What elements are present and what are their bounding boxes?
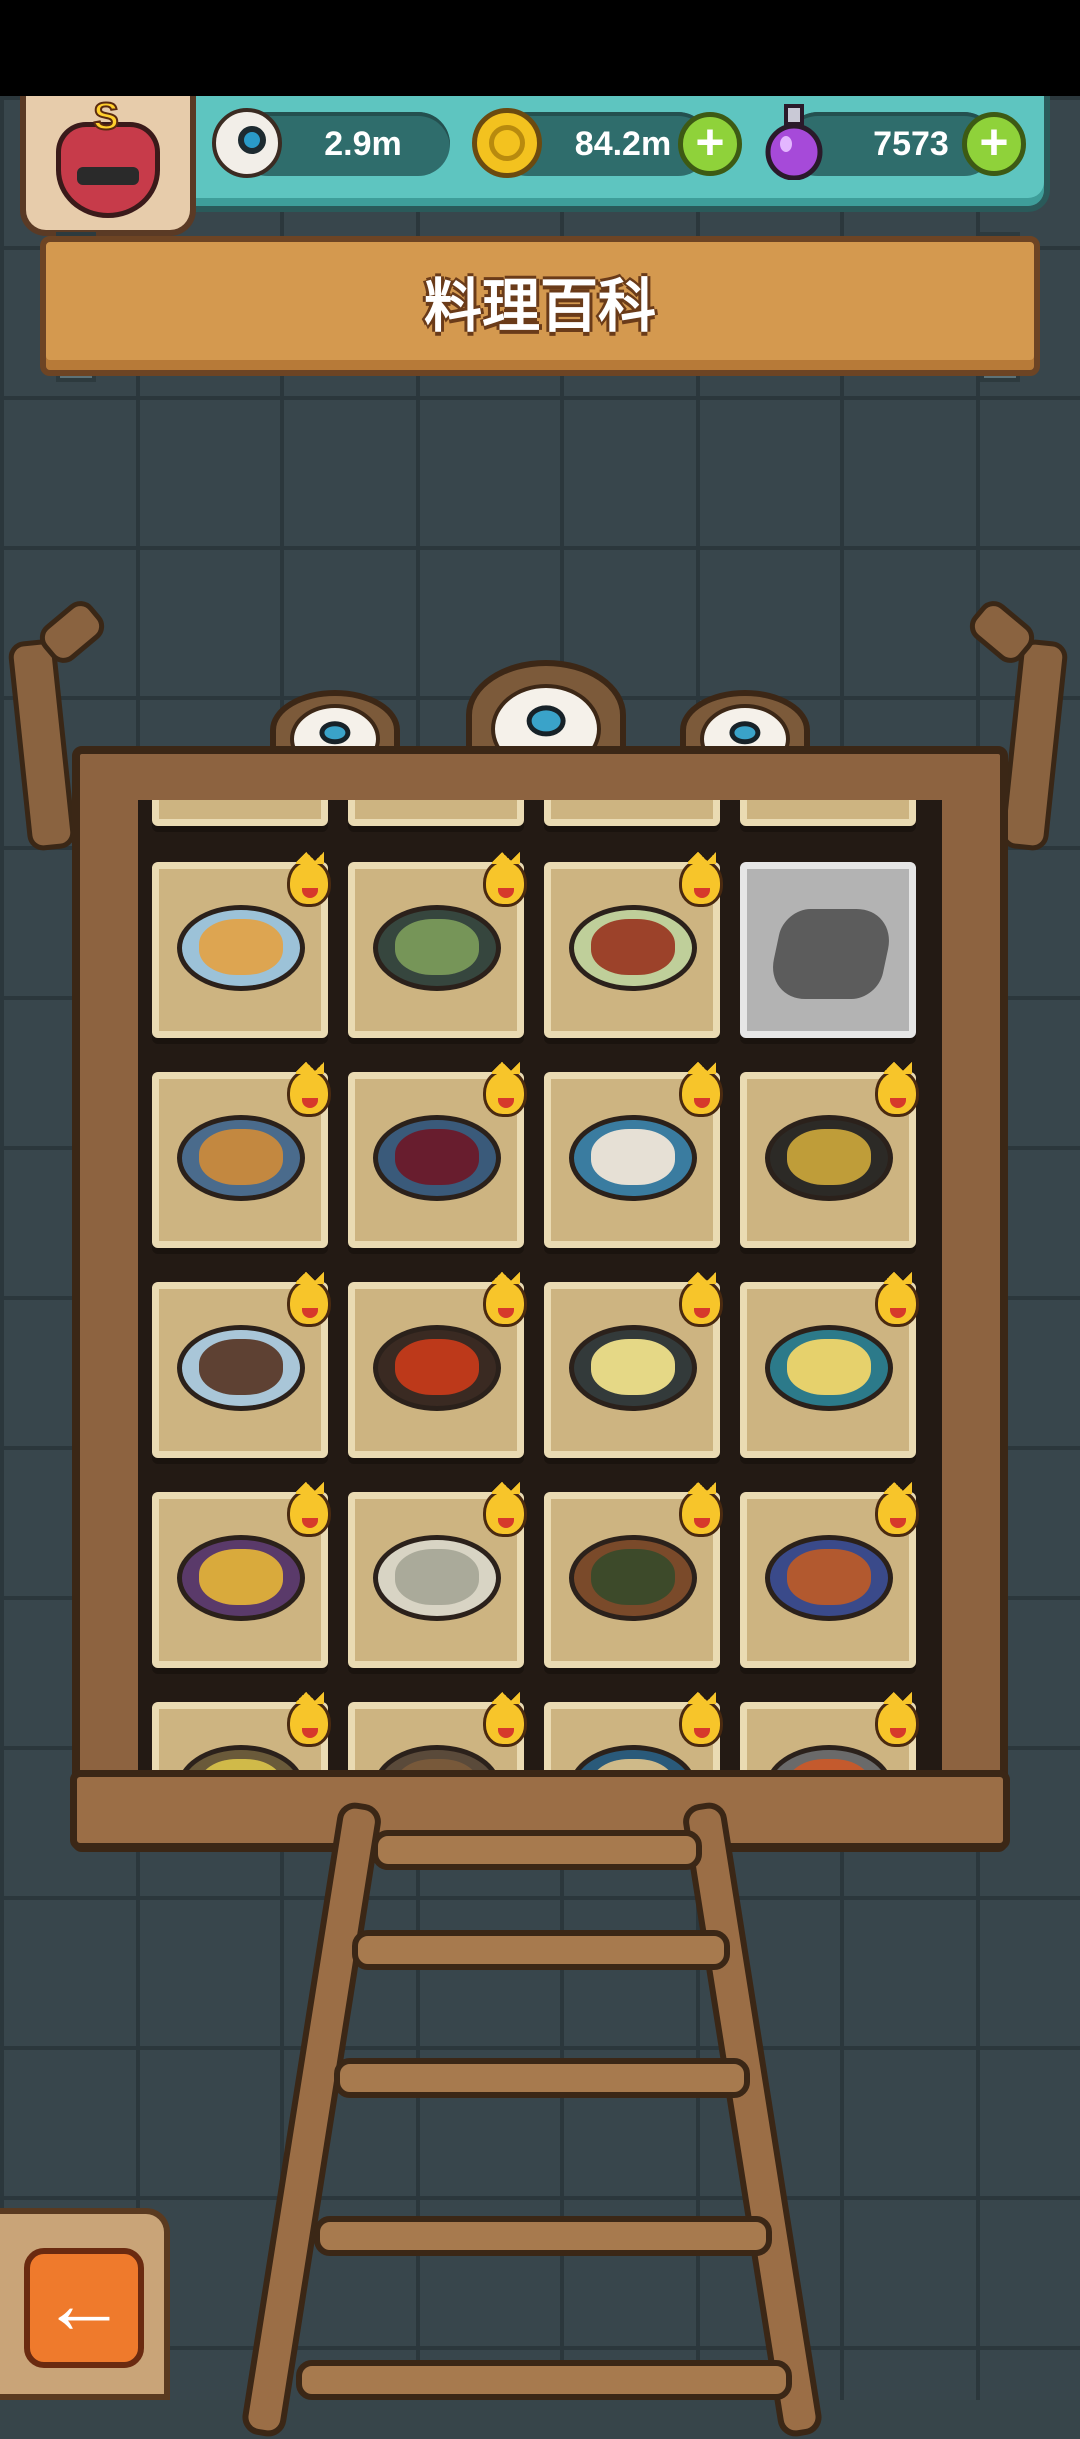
crown-badge-icon [483, 1270, 527, 1327]
crown-badge-icon [483, 1690, 527, 1747]
recipe-tile[interactable] [740, 1270, 919, 1458]
dish-food-icon [199, 919, 283, 975]
crown-badge-icon [483, 1480, 527, 1537]
dish-food-icon [199, 1339, 283, 1395]
recipe-tile[interactable] [348, 1480, 527, 1668]
coin-count: 84.2m [574, 124, 672, 163]
eyeball-count: 2.9m [324, 124, 402, 163]
dish-food-icon [591, 1129, 675, 1185]
crown-badge-icon [679, 1690, 723, 1747]
recipe-tile[interactable] [152, 850, 331, 1038]
crown-badge-icon [483, 1060, 527, 1117]
potion-count: 7573 [873, 124, 949, 163]
dish-food-icon [395, 1549, 479, 1605]
dish-food-icon [395, 1129, 479, 1185]
recipe-tile[interactable] [544, 1060, 723, 1248]
recipe-tile[interactable] [740, 1060, 919, 1248]
recipe-tile[interactable] [544, 850, 723, 1038]
dish-food-icon [787, 1549, 871, 1605]
back-arrow-icon: ← [41, 2256, 127, 2352]
crown-badge-icon [875, 1690, 919, 1747]
crown-badge-icon [679, 850, 723, 907]
crown-badge-icon [287, 1690, 331, 1747]
add-potions-button[interactable]: + [962, 112, 1026, 176]
recipe-tile-partial[interactable] [544, 800, 720, 826]
dish-food-icon [787, 1129, 871, 1185]
recipe-tile-locked[interactable] [740, 862, 916, 1038]
recipe-grid[interactable] [138, 800, 942, 1800]
dish-food-icon [199, 1129, 283, 1185]
dish-food-icon [395, 1339, 479, 1395]
ladder-rung [352, 1930, 730, 1970]
recipe-tile[interactable] [348, 1270, 527, 1458]
dish-food-icon [199, 1549, 283, 1605]
recipe-tile-partial[interactable] [740, 800, 916, 826]
recipe-tile[interactable] [348, 1060, 527, 1248]
recipe-tile[interactable] [544, 1480, 723, 1668]
coin-icon [472, 108, 542, 178]
recipe-tile[interactable] [544, 1270, 723, 1458]
crown-badge-icon [875, 1060, 919, 1117]
rank-badge: S [92, 95, 119, 139]
ladder-rung [372, 1830, 702, 1870]
dish-food-icon [591, 919, 675, 975]
crown-badge-icon [287, 1480, 331, 1537]
ladder-rung [334, 2058, 750, 2098]
recipe-tile[interactable] [740, 1480, 919, 1668]
add-coins-button[interactable]: + [678, 112, 742, 176]
crown-badge-icon [875, 1480, 919, 1537]
ladder-rung [314, 2216, 772, 2256]
recipe-tile[interactable] [152, 1060, 331, 1248]
recipe-tile-partial[interactable] [348, 800, 524, 826]
crown-badge-icon [679, 1060, 723, 1117]
crown-badge-icon [287, 850, 331, 907]
crown-badge-icon [287, 1060, 331, 1117]
dish-food-icon [787, 1339, 871, 1395]
recipe-tile-partial[interactable] [152, 800, 328, 826]
eyeball-icon [212, 108, 282, 178]
recipe-tile[interactable] [348, 850, 527, 1038]
locked-dish-silhouette [765, 909, 897, 999]
dish-food-icon [395, 919, 479, 975]
dish-food-icon [591, 1549, 675, 1605]
ladder-rung [296, 2360, 792, 2400]
crown-badge-icon [287, 1270, 331, 1327]
crown-badge-icon [679, 1270, 723, 1327]
crown-badge-icon [679, 1480, 723, 1537]
recipe-tile[interactable] [152, 1270, 331, 1458]
status-bar [0, 0, 1080, 96]
crown-badge-icon [875, 1270, 919, 1327]
page-title: 料理百科 [423, 274, 656, 339]
potion-icon [765, 104, 823, 180]
recipe-tile[interactable] [152, 1480, 331, 1668]
crown-badge-icon [483, 850, 527, 907]
dish-food-icon [591, 1339, 675, 1395]
back-button[interactable]: ← [24, 2248, 144, 2368]
